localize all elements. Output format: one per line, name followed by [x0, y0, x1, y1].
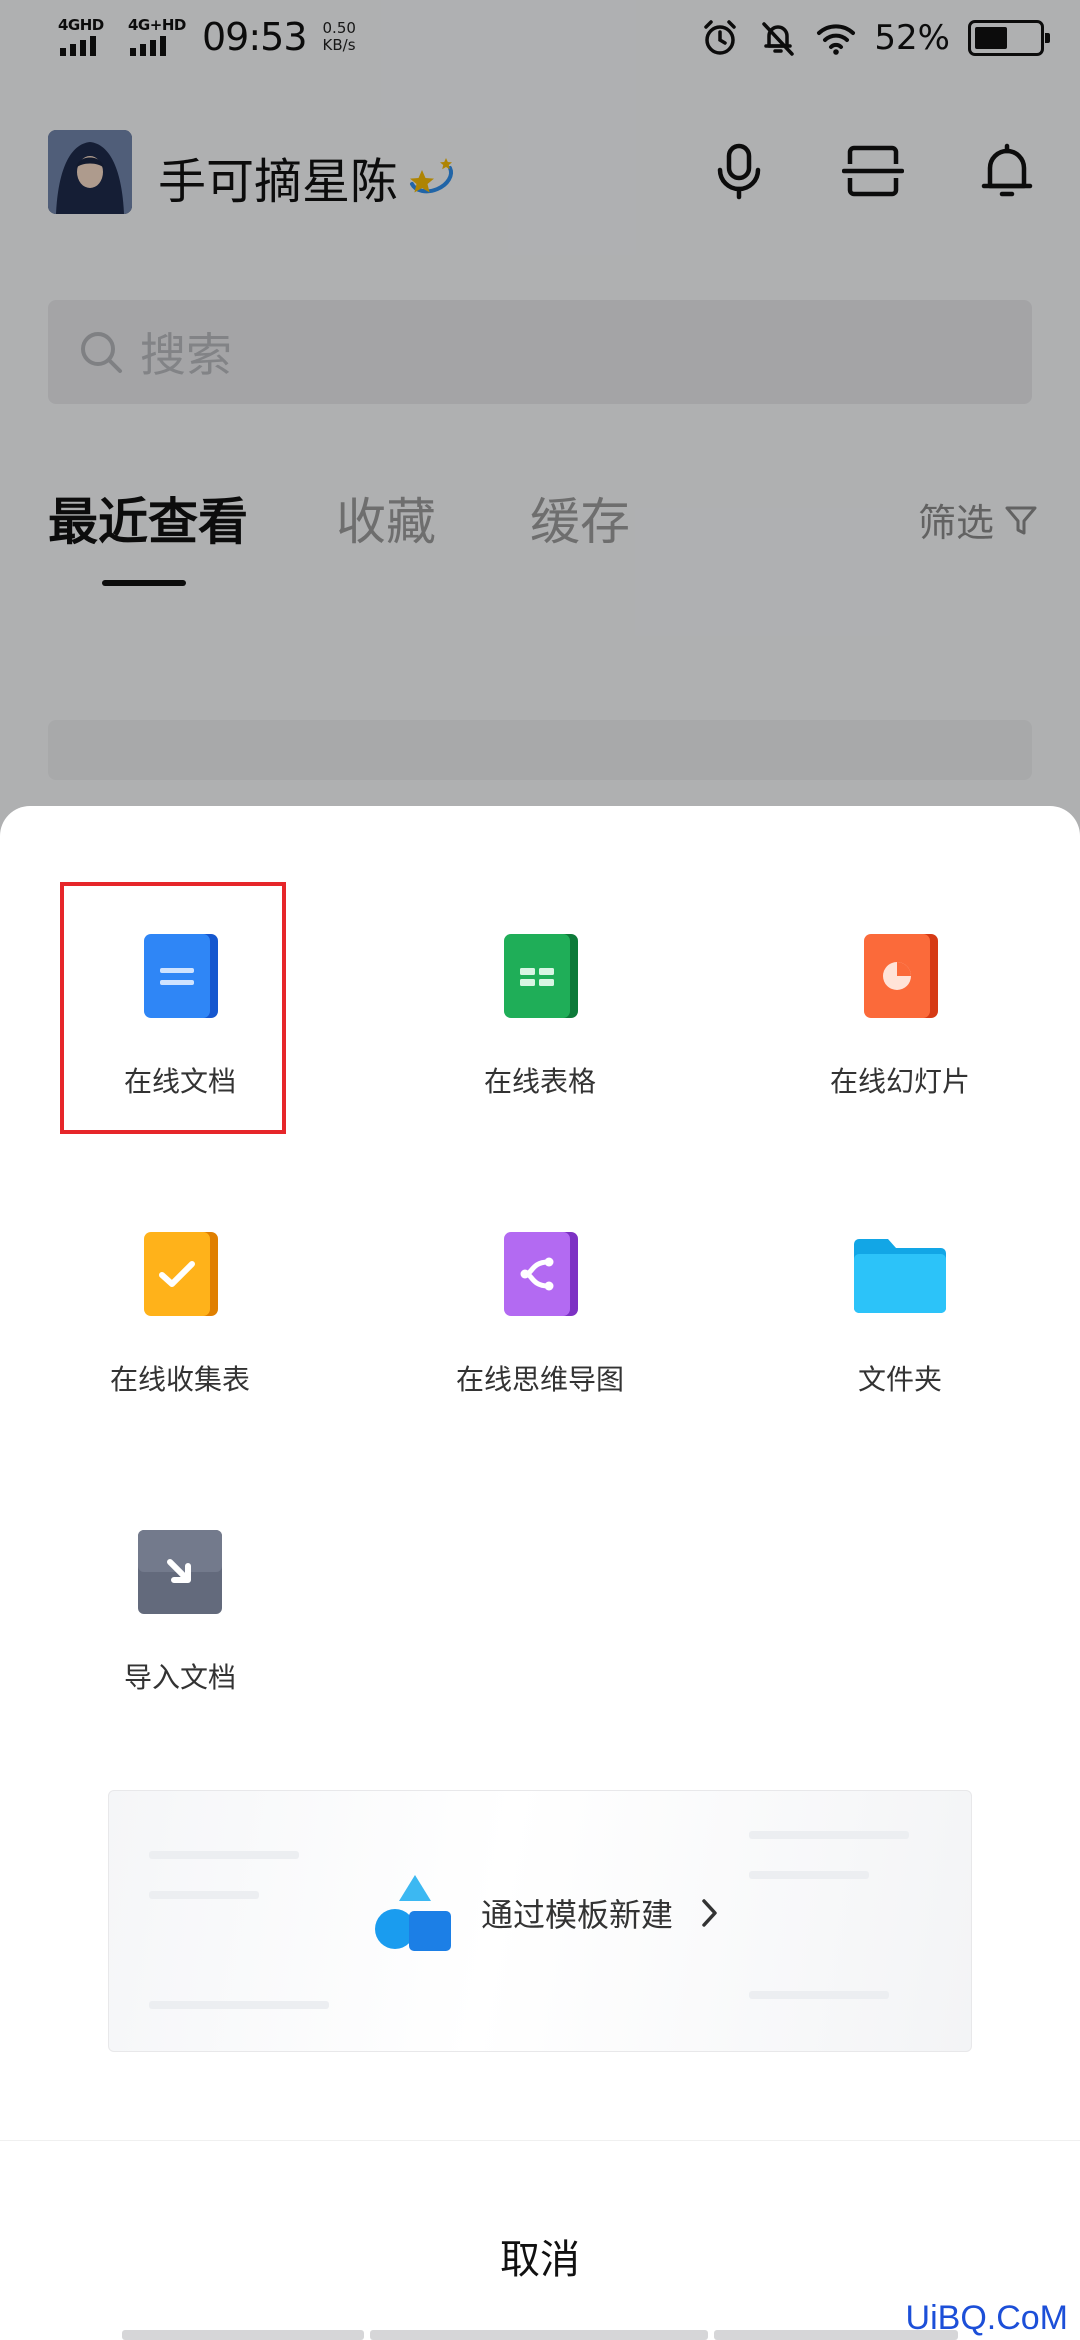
highlight-box: [60, 882, 286, 1134]
create-online-form[interactable]: 在线收集表: [30, 1224, 330, 1444]
import-document[interactable]: 导入文档: [30, 1522, 330, 1742]
mindmap-icon: [504, 1232, 578, 1316]
create-online-slides[interactable]: 在线幻灯片: [750, 926, 1050, 1146]
import-icon: [138, 1530, 222, 1614]
slides-icon: [864, 934, 938, 1018]
chevron-right-icon: [702, 1899, 717, 1927]
create-online-mindmap[interactable]: 在线思维导图: [390, 1224, 690, 1444]
item-label: 在线表格: [483, 1065, 596, 1098]
template-label: 通过模板新建: [481, 1896, 674, 1934]
watermark: UiBQ.CoM: [905, 2299, 1068, 2337]
form-icon: [144, 1232, 218, 1316]
create-online-sheet[interactable]: 在线表格: [390, 926, 690, 1146]
item-label: 导入文档: [123, 1661, 236, 1694]
gesture-bar: [370, 2330, 708, 2340]
gesture-bar: [122, 2330, 364, 2340]
folder-icon: [854, 1239, 946, 1313]
item-label: 在线思维导图: [455, 1363, 624, 1396]
template-card[interactable]: 通过模板新建: [108, 1790, 972, 2052]
sheet-icon: [504, 934, 578, 1018]
item-label: 在线幻灯片: [829, 1065, 970, 1098]
item-label: 文件夹: [857, 1363, 942, 1396]
template-icon: [375, 1875, 451, 1951]
item-label: 在线收集表: [109, 1363, 250, 1396]
cancel-button[interactable]: 取消: [0, 2227, 1080, 2285]
create-folder[interactable]: 文件夹: [750, 1224, 1050, 1444]
